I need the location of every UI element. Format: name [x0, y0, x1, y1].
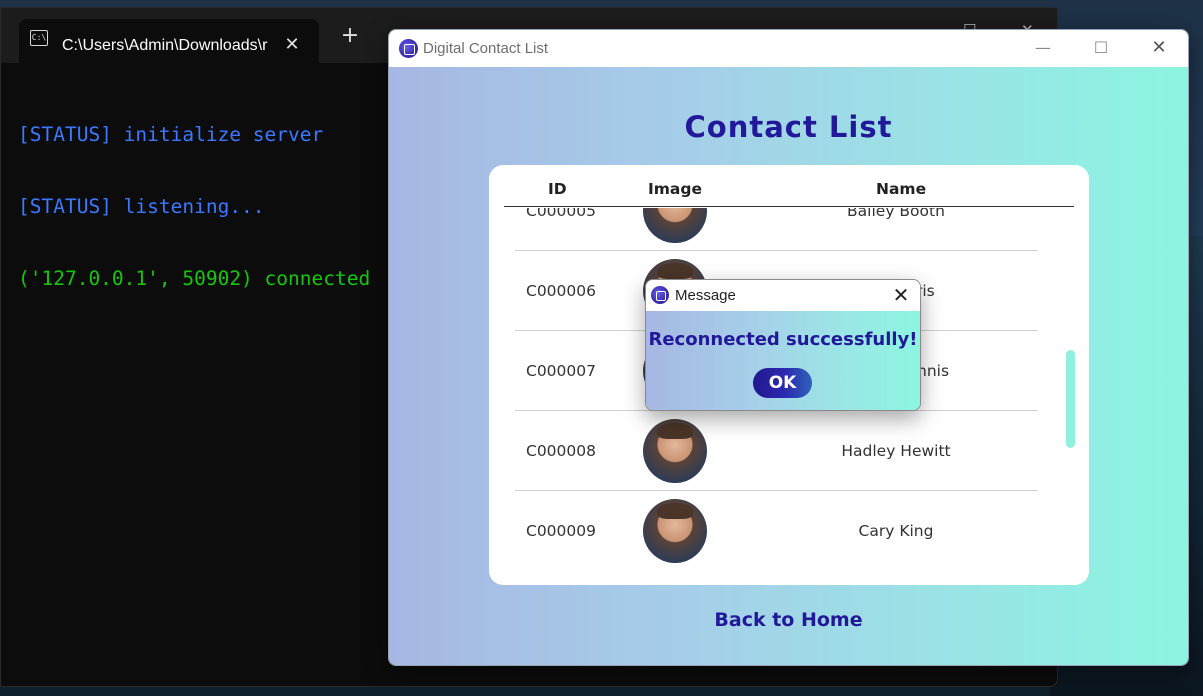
table-row[interactable]: C000008 Hadley Hewitt	[515, 411, 1038, 491]
column-header-image[interactable]: Image	[648, 178, 702, 200]
page-title: Contact List	[684, 110, 893, 144]
terminal-line: [STATUS] listening...	[18, 195, 265, 218]
table-row[interactable]: C000009 Cary King	[515, 491, 1038, 571]
message-dialog: Message ✕ Reconnected successfully! OK	[645, 279, 921, 411]
terminal-tab-title: C:\Users\Admin\Downloads\r	[62, 37, 268, 54]
minimize-button[interactable]: —	[1023, 36, 1063, 60]
dialog-title: Message	[675, 287, 736, 304]
table-header: ID Image Name	[504, 175, 1074, 207]
contact-id: C000007	[526, 362, 596, 380]
table-row[interactable]: C000005 Bailey Booth	[515, 208, 1038, 251]
app-logo-icon	[651, 286, 669, 304]
column-header-id[interactable]: ID	[548, 178, 567, 200]
column-header-name[interactable]: Name	[876, 178, 926, 200]
dialog-body: Reconnected successfully! OK	[646, 311, 920, 410]
maximize-button[interactable]: ☐	[1081, 36, 1121, 60]
window-title: Digital Contact List	[423, 40, 549, 57]
contact-id: C000008	[526, 442, 596, 460]
terminal-output: [STATUS] initialize server [STATUS] list…	[18, 75, 398, 339]
dialog-message: Reconnected successfully!	[648, 329, 918, 350]
contact-id: C000005	[526, 208, 596, 220]
dialog-titlebar: Message ✕	[646, 280, 920, 311]
terminal-line: [STATUS] initialize server	[18, 123, 324, 146]
contact-avatar	[643, 208, 707, 243]
contact-name: Bailey Booth	[847, 208, 945, 220]
contact-name: Cary King	[858, 522, 934, 540]
back-to-home-link[interactable]: Back to Home	[389, 607, 1188, 633]
window-titlebar: Digital Contact List — ☐ ✕	[389, 30, 1188, 67]
contact-avatar	[643, 499, 707, 563]
contact-name: nnis	[917, 362, 950, 380]
table-scrollbar[interactable]	[1066, 350, 1075, 448]
terminal-tab[interactable]: C:\ C:\Users\Admin\Downloads\r ✕	[19, 19, 319, 65]
close-button[interactable]: ✕	[1139, 36, 1179, 60]
app-logo-icon	[399, 39, 418, 58]
tab-close-icon[interactable]: ✕	[283, 35, 301, 55]
new-tab-icon[interactable]: +	[339, 25, 361, 48]
contact-id: C000009	[526, 522, 596, 540]
contact-name: ris	[916, 282, 935, 300]
ok-button[interactable]: OK	[753, 368, 812, 398]
terminal-line: ('127.0.0.1', 50902) connected	[18, 267, 371, 290]
dialog-close-icon[interactable]: ✕	[890, 284, 912, 306]
contact-id: C000006	[526, 282, 596, 300]
contact-name: Hadley Hewitt	[841, 442, 951, 460]
contact-avatar	[643, 419, 707, 483]
command-prompt-icon: C:\	[30, 30, 48, 46]
